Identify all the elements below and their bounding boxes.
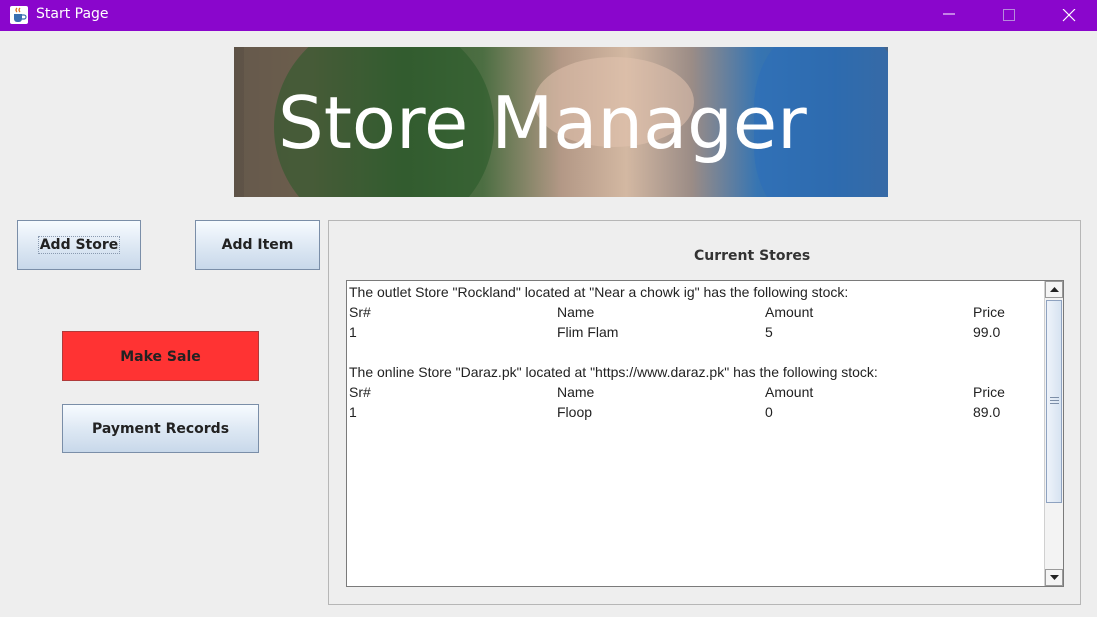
column-header: Sr# <box>349 304 371 320</box>
cell: 99.0 <box>973 324 1001 340</box>
close-icon[interactable] <box>1046 0 1092 31</box>
window-title: Start Page <box>36 6 109 22</box>
cell: 1 <box>349 404 357 420</box>
cell: 1 <box>349 324 357 340</box>
stock-row: 1 Flim Flam 5 99.0 <box>349 322 1039 342</box>
add-item-button[interactable]: Add Item <box>195 220 320 270</box>
payment-records-button[interactable]: Payment Records <box>62 404 259 453</box>
column-header-row: Sr# Name Amount Price <box>349 382 1039 402</box>
stores-text-area[interactable]: The outlet Store "Rockland" located at "… <box>346 280 1064 587</box>
cell: 5 <box>765 324 773 340</box>
cell: Flim Flam <box>557 324 619 340</box>
add-store-label: Add Store <box>37 236 121 254</box>
vertical-scrollbar[interactable] <box>1044 281 1063 586</box>
maximize-icon[interactable] <box>986 0 1032 31</box>
column-header: Amount <box>765 304 814 320</box>
stock-row: 1 Floop 0 89.0 <box>349 402 1039 422</box>
title-bar: Start Page <box>0 0 1097 31</box>
column-header: Name <box>557 304 595 320</box>
scroll-up-icon[interactable] <box>1045 281 1063 298</box>
make-sale-button[interactable]: Make Sale <box>62 331 259 381</box>
cell: Floop <box>557 404 593 420</box>
scroll-down-icon[interactable] <box>1045 569 1063 586</box>
grip-icon <box>1050 397 1059 404</box>
store-header: The outlet Store "Rockland" located at "… <box>349 284 849 300</box>
column-header-row: Sr# Name Amount Price <box>349 302 1039 322</box>
java-cup-icon <box>10 6 28 24</box>
current-stores-panel: Current Stores The outlet Store "Rocklan… <box>328 220 1081 605</box>
column-header: Price <box>973 304 1005 320</box>
scrollbar-thumb[interactable] <box>1046 300 1062 503</box>
minimize-icon[interactable] <box>926 0 972 31</box>
column-header: Amount <box>765 384 814 400</box>
add-store-button[interactable]: Add Store <box>17 220 141 270</box>
column-header: Price <box>973 384 1005 400</box>
panel-title: Current Stores <box>694 248 811 264</box>
column-header: Sr# <box>349 384 371 400</box>
banner-title: Store Manager <box>278 81 807 165</box>
cell: 89.0 <box>973 404 1001 420</box>
store-header: The online Store "Daraz.pk" located at "… <box>349 364 878 380</box>
store-manager-banner: Store Manager <box>234 47 888 197</box>
cell: 0 <box>765 404 773 420</box>
column-header: Name <box>557 384 595 400</box>
